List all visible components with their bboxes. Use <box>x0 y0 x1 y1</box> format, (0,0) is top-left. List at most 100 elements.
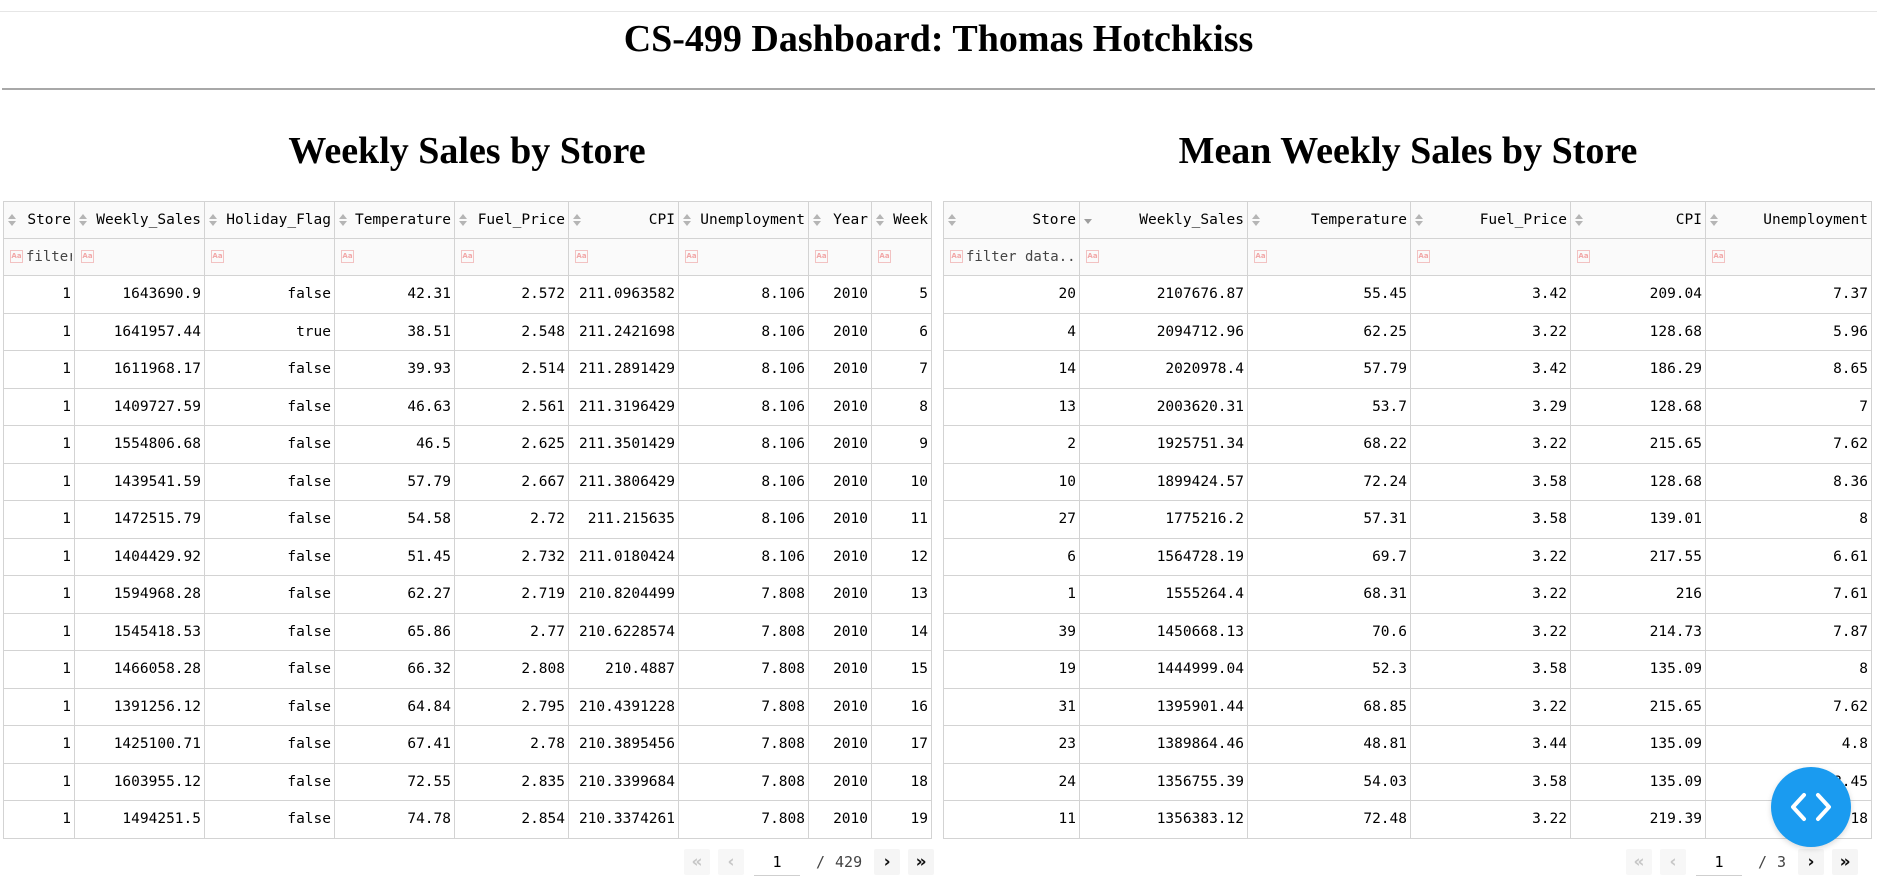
column-header[interactable]: Temperature <box>1247 201 1411 239</box>
table-cell[interactable]: false <box>204 687 335 726</box>
table-cell[interactable]: 8.106 <box>678 350 809 389</box>
table-cell[interactable]: 7.62 <box>1705 425 1872 464</box>
sort-both-icon[interactable] <box>339 214 347 226</box>
table-cell[interactable]: 6 <box>943 537 1080 576</box>
case-sensitive-icon[interactable]: Aa <box>878 250 891 263</box>
table-cell[interactable]: 1494251.5 <box>74 800 205 839</box>
table-cell[interactable]: 10 <box>943 462 1080 501</box>
prev-page-icon[interactable]: ‹ <box>1660 849 1686 875</box>
table-cell[interactable]: 14 <box>943 350 1080 389</box>
table-cell[interactable]: 2010 <box>808 650 872 689</box>
case-sensitive-icon[interactable]: Aa <box>1417 250 1430 263</box>
table-cell[interactable]: false <box>204 387 335 426</box>
table-cell[interactable]: 5 <box>871 275 932 314</box>
table-cell[interactable]: 2010 <box>808 462 872 501</box>
table-cell[interactable]: 1 <box>3 575 75 614</box>
table-cell[interactable]: false <box>204 425 335 464</box>
case-sensitive-icon[interactable]: Aa <box>1712 250 1725 263</box>
column-header[interactable]: CPI <box>568 201 679 239</box>
table-cell[interactable]: 3.22 <box>1410 575 1571 614</box>
table-cell[interactable]: 1555264.4 <box>1079 575 1248 614</box>
table-cell[interactable]: 68.85 <box>1247 687 1411 726</box>
table-cell[interactable]: 7.61 <box>1705 575 1872 614</box>
table-cell[interactable]: 72.55 <box>334 762 455 801</box>
table-cell[interactable]: 2.77 <box>454 612 569 651</box>
table-cell[interactable]: 46.63 <box>334 387 455 426</box>
table-cell[interactable]: 2.808 <box>454 650 569 689</box>
table-cell[interactable]: 64.84 <box>334 687 455 726</box>
table-cell[interactable]: false <box>204 612 335 651</box>
case-sensitive-icon[interactable]: Aa <box>685 250 698 263</box>
table-cell[interactable]: 128.68 <box>1570 462 1706 501</box>
table-cell[interactable]: 2010 <box>808 350 872 389</box>
prev-page-icon[interactable]: ‹ <box>718 849 744 875</box>
table-cell[interactable]: 2 <box>943 425 1080 464</box>
column-header[interactable]: Weekly_Sales <box>1079 201 1248 239</box>
table-cell[interactable]: 2010 <box>808 537 872 576</box>
table-cell[interactable]: false <box>204 800 335 839</box>
column-header[interactable]: Unemployment <box>1705 201 1872 239</box>
table-cell[interactable]: 24 <box>943 762 1080 801</box>
table-cell[interactable]: 209.04 <box>1570 275 1706 314</box>
table-cell[interactable]: 74.78 <box>334 800 455 839</box>
table-cell[interactable]: 42.31 <box>334 275 455 314</box>
table-cell[interactable]: 2010 <box>808 725 872 764</box>
table-cell[interactable]: 2.625 <box>454 425 569 464</box>
table-cell[interactable]: 8.106 <box>678 312 809 351</box>
last-page-icon[interactable]: » <box>908 849 935 875</box>
table-cell[interactable]: 211.3501429 <box>568 425 679 464</box>
table-cell[interactable]: 186.29 <box>1570 350 1706 389</box>
table-cell[interactable]: 38.51 <box>334 312 455 351</box>
table-cell[interactable]: 210.8204499 <box>568 575 679 614</box>
table-cell[interactable]: 1925751.34 <box>1079 425 1248 464</box>
table-cell[interactable]: 211.0963582 <box>568 275 679 314</box>
table-cell[interactable]: 66.32 <box>334 650 455 689</box>
table-cell[interactable]: 2.835 <box>454 762 569 801</box>
table-cell[interactable]: 13 <box>871 575 932 614</box>
sort-both-icon[interactable] <box>1252 214 1260 226</box>
table-cell[interactable]: 7.808 <box>678 575 809 614</box>
table-cell[interactable]: 1409727.59 <box>74 387 205 426</box>
table-cell[interactable]: 5.96 <box>1705 312 1872 351</box>
next-page-icon[interactable]: › <box>874 849 901 875</box>
sort-both-icon[interactable] <box>683 214 691 226</box>
case-sensitive-icon[interactable]: Aa <box>10 250 23 263</box>
table-cell[interactable]: 2.854 <box>454 800 569 839</box>
table-cell[interactable]: false <box>204 350 335 389</box>
table-cell[interactable]: 1395901.44 <box>1079 687 1248 726</box>
table-cell[interactable]: 19 <box>943 650 1080 689</box>
table-cell[interactable]: 2.514 <box>454 350 569 389</box>
table-cell[interactable]: 65.86 <box>334 612 455 651</box>
column-header[interactable]: Store <box>943 201 1080 239</box>
case-sensitive-icon[interactable]: Aa <box>211 250 224 263</box>
table-cell[interactable]: 215.65 <box>1570 687 1706 726</box>
table-cell[interactable]: 10 <box>871 462 932 501</box>
table-cell[interactable]: 15 <box>871 650 932 689</box>
table-cell[interactable]: 2.78 <box>454 725 569 764</box>
page-number-input[interactable] <box>754 848 800 876</box>
table-cell[interactable]: 62.27 <box>334 575 455 614</box>
sort-both-icon[interactable] <box>813 214 821 226</box>
table-cell[interactable]: 11 <box>871 500 932 539</box>
table-cell[interactable]: 210.6228574 <box>568 612 679 651</box>
table-cell[interactable]: 2.72 <box>454 500 569 539</box>
case-sensitive-icon[interactable]: Aa <box>1086 250 1099 263</box>
table-cell[interactable]: 39 <box>943 612 1080 651</box>
table-cell[interactable]: 3.22 <box>1410 800 1571 839</box>
table-cell[interactable]: 1 <box>3 350 75 389</box>
table-cell[interactable]: 19 <box>871 800 932 839</box>
table-cell[interactable]: false <box>204 725 335 764</box>
table-cell[interactable]: 1472515.79 <box>74 500 205 539</box>
table-cell[interactable]: 27 <box>943 500 1080 539</box>
case-sensitive-icon[interactable]: Aa <box>461 250 474 263</box>
table-cell[interactable]: 1 <box>3 537 75 576</box>
table-cell[interactable]: 1 <box>3 687 75 726</box>
table-cell[interactable]: 2010 <box>808 275 872 314</box>
column-header[interactable]: Fuel_Price <box>454 201 569 239</box>
table-cell[interactable]: 3.58 <box>1410 462 1571 501</box>
table-cell[interactable]: 211.2421698 <box>568 312 679 351</box>
table-cell[interactable]: 7.37 <box>1705 275 1872 314</box>
column-header[interactable]: Temperature <box>334 201 455 239</box>
table-cell[interactable]: 7.808 <box>678 725 809 764</box>
sort-desc-icon[interactable] <box>1084 214 1092 226</box>
